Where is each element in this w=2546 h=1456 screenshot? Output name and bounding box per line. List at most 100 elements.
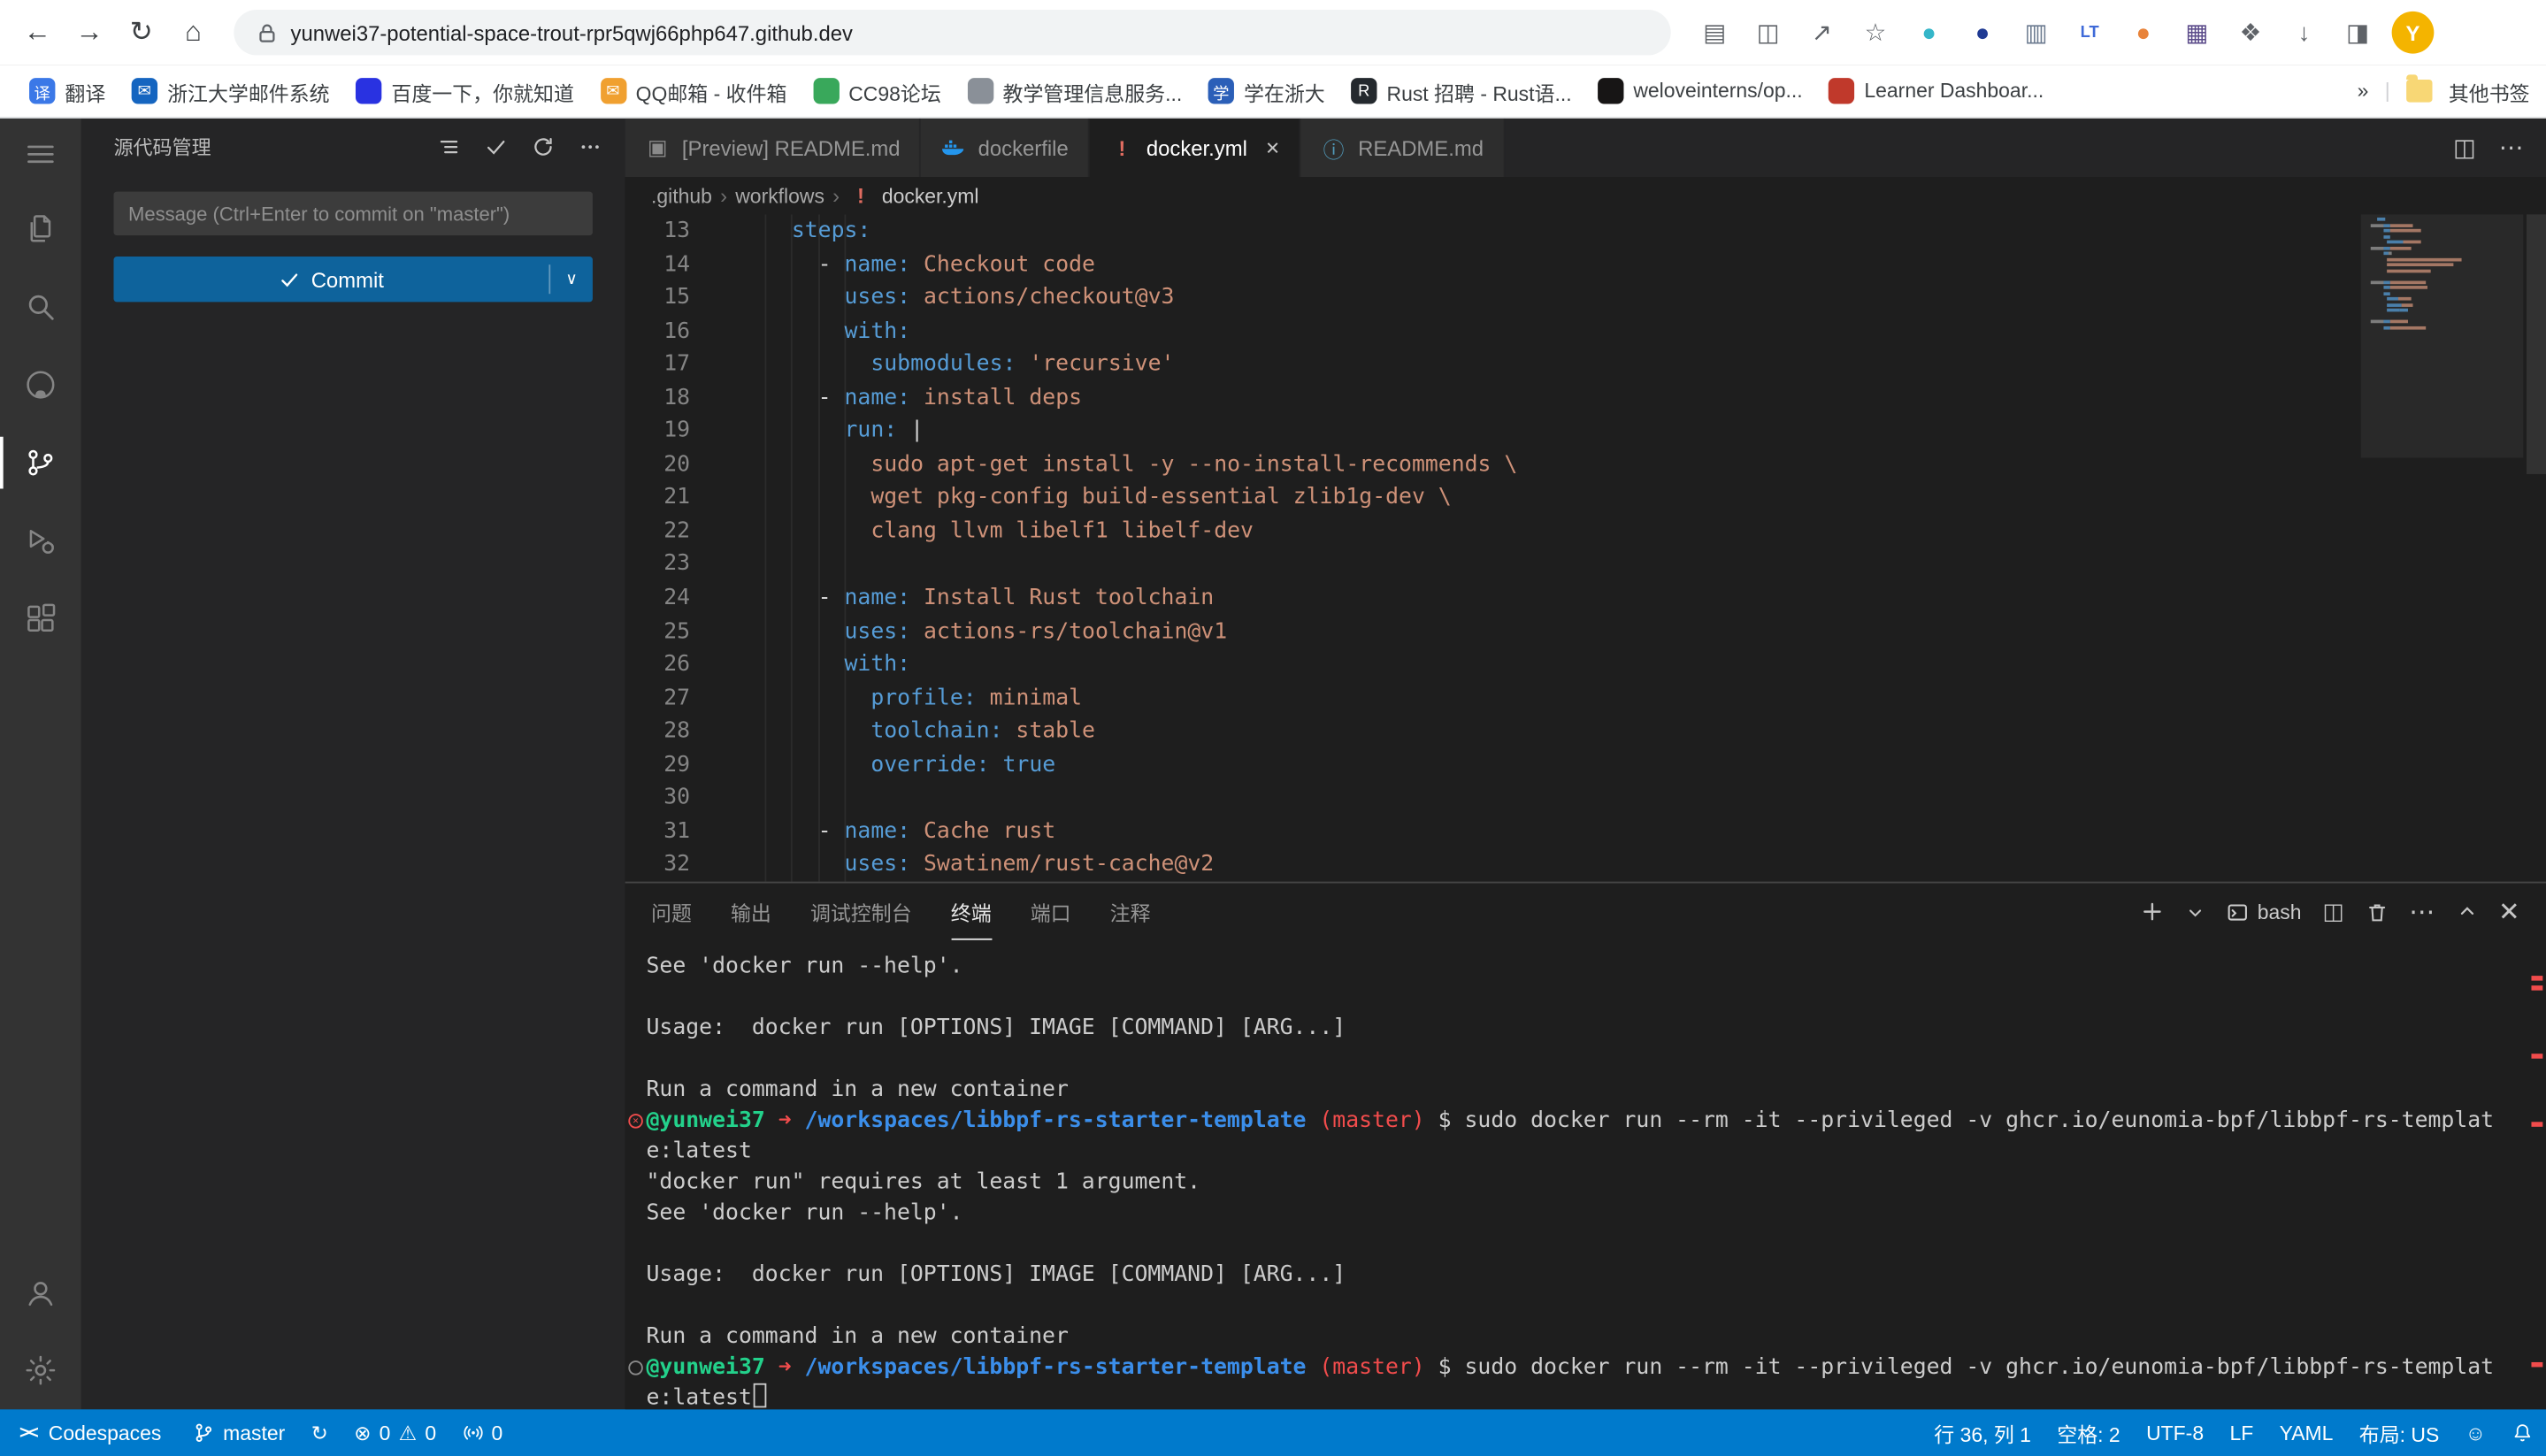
code-line[interactable]: 20 sudo apt-get install -y --no-install-… <box>625 448 2546 481</box>
bookmark-cc98[interactable]: CC98论坛 <box>800 71 954 111</box>
terminal-profile-chevron-icon[interactable] <box>2186 902 2205 922</box>
extension-grid-icon[interactable]: ▦ <box>2173 8 2221 57</box>
breadcrumb-file[interactable]: docker.yml <box>882 184 979 207</box>
address-bar[interactable]: yunwei37-potential-space-trout-rpr5qwj66… <box>234 10 1670 55</box>
more-actions-icon[interactable] <box>578 134 602 159</box>
bookmark-learner-dashboar[interactable]: Learner Dashboar... <box>1815 73 2057 109</box>
forward-icon[interactable]: → <box>65 8 113 57</box>
home-icon[interactable]: ⌂ <box>169 8 218 57</box>
run-debug-icon[interactable] <box>0 502 81 579</box>
split-editor-icon[interactable]: ◫ <box>2453 134 2476 163</box>
code-line[interactable]: 15 uses: actions/checkout@v3 <box>625 281 2546 315</box>
status-branch[interactable]: master <box>180 1409 298 1456</box>
minimap[interactable] <box>2371 218 2514 331</box>
bookmark-item[interactable]: ✉浙江大学邮件系统 <box>119 71 342 111</box>
commit-message-input[interactable] <box>113 192 592 236</box>
status-problems[interactable]: ⊗ 0 ⚠ 0 <box>341 1409 449 1456</box>
new-terminal-icon[interactable] <box>2141 900 2166 924</box>
commit-button-main[interactable]: Commit <box>113 257 548 302</box>
panel-tab-output[interactable]: 输出 <box>731 883 771 939</box>
split-terminal-icon[interactable]: ◫ <box>2322 898 2343 925</box>
code-line[interactable]: 25 uses: actions-rs/toolchain@v1 <box>625 615 2546 648</box>
kill-terminal-trash-icon[interactable] <box>2366 900 2389 923</box>
code-line[interactable]: 19 run: | <box>625 415 2546 448</box>
status-cursor-position[interactable]: 行 36, 列 1 <box>1921 1409 2044 1456</box>
code-editor[interactable]: 13 steps:14 - name: Checkout code15 uses… <box>625 214 2546 881</box>
code-line[interactable]: 30 <box>625 781 2546 815</box>
bookmark-item[interactable]: 学学在浙大 <box>1195 71 1338 111</box>
bookmarks-overflow-chevron[interactable]: » <box>2358 80 2369 103</box>
status-feedback-icon[interactable]: ☺ <box>2452 1409 2499 1456</box>
breadcrumb-item[interactable]: workflows <box>735 184 824 207</box>
maximize-panel-icon[interactable] <box>2456 901 2477 923</box>
status-encoding[interactable]: UTF-8 <box>2133 1409 2216 1456</box>
account-icon[interactable] <box>0 1253 81 1331</box>
status-keyboard-layout[interactable]: 布局: US <box>2346 1409 2452 1456</box>
source-control-icon[interactable] <box>0 424 81 502</box>
code-line[interactable]: 14 - name: Checkout code <box>625 248 2546 281</box>
code-line[interactable]: 23 <box>625 548 2546 581</box>
remote-indicator[interactable]: >< Codespaces <box>0 1409 180 1456</box>
extension-notes-icon[interactable]: ▥ <box>2012 8 2060 57</box>
breadcrumb-item[interactable]: .github <box>651 184 712 207</box>
extension-teal-icon[interactable]: ● <box>1905 8 1953 57</box>
status-bell-icon[interactable] <box>2499 1409 2546 1456</box>
code-line[interactable]: 24 - name: Install Rust toolchain <box>625 581 2546 615</box>
share-icon[interactable]: ↗ <box>1798 8 1846 57</box>
close-panel-icon[interactable]: ✕ <box>2498 895 2520 928</box>
extensions-icon[interactable] <box>0 579 81 657</box>
code-line[interactable]: 18 - name: install deps <box>625 381 2546 415</box>
code-line[interactable]: 26 with: <box>625 648 2546 682</box>
bookmark-qq[interactable]: ✉QQ邮箱 - 收件箱 <box>587 71 801 111</box>
panel-tab-comments[interactable]: 注释 <box>1110 883 1151 939</box>
tab-docker-yml[interactable]: !docker.yml✕ <box>1090 119 1301 177</box>
panel-tab-debug-console[interactable]: 调试控制台 <box>810 883 912 939</box>
bookmark-weloveinterns-op[interactable]: weloveinterns/op... <box>1584 73 1815 109</box>
code-line[interactable]: 13 steps: <box>625 214 2546 248</box>
bookmark-item[interactable]: 教学管理信息服务... <box>954 71 1194 111</box>
editor-more-actions-icon[interactable]: ⋯ <box>2499 134 2524 163</box>
tab-preview-readme-md[interactable]: ▣[Preview] README.md <box>625 119 922 177</box>
extension-orange-icon[interactable]: ● <box>2119 8 2167 57</box>
other-bookmarks-label[interactable]: 其他书签 <box>2449 75 2530 106</box>
code-line[interactable]: 29 override: true <box>625 748 2546 782</box>
editor-scrollbar[interactable] <box>2527 214 2546 474</box>
search-icon[interactable] <box>0 268 81 346</box>
extensions-puzzle-icon[interactable]: ❖ <box>2226 8 2274 57</box>
status-indentation[interactable]: 空格: 2 <box>2044 1409 2134 1456</box>
tab-dockerfile[interactable]: dockerfile <box>921 119 1089 177</box>
menu-icon[interactable] <box>0 119 81 190</box>
explorer-icon[interactable] <box>0 190 81 268</box>
code-line[interactable]: 21 wget pkg-config build-essential zlib1… <box>625 481 2546 515</box>
panel-tab-ports[interactable]: 端口 <box>1031 883 1071 939</box>
downloads-icon[interactable]: ↓ <box>2280 8 2328 57</box>
favorites-icon[interactable]: ☆ <box>1851 8 1899 57</box>
commit-button[interactable]: Commit ∨ <box>113 257 592 302</box>
code-line[interactable]: 27 profile: minimal <box>625 681 2546 715</box>
github-icon[interactable] <box>0 346 81 424</box>
code-line[interactable]: 31 - name: Cache rust <box>625 815 2546 848</box>
refresh-icon[interactable] <box>531 134 556 159</box>
bookmark-item[interactable]: 百度一下，你就知道 <box>342 71 587 111</box>
settings-gear-icon[interactable] <box>0 1331 81 1409</box>
bookmark-item[interactable]: 译翻译 <box>16 71 119 111</box>
code-line[interactable]: 17 submodules: 'recursive' <box>625 348 2546 381</box>
split-screen-icon[interactable]: ◫ <box>1744 8 1792 57</box>
code-line[interactable]: 28 toolchain: stable <box>625 715 2546 748</box>
view-as-tree-icon[interactable] <box>437 134 462 159</box>
tab-readme-md[interactable]: ⓘREADME.md <box>1301 119 1505 177</box>
languagetool-icon[interactable]: LT <box>2066 8 2114 57</box>
commit-dropdown-chevron-icon[interactable]: ∨ <box>550 257 593 302</box>
bookmark-rust-rust[interactable]: RRust 招聘 - Rust语... <box>1338 71 1584 111</box>
extension-shield-icon[interactable]: ● <box>1959 8 2007 57</box>
status-language[interactable]: YAML <box>2266 1409 2346 1456</box>
panel-tab-terminal[interactable]: 终端 <box>951 883 992 939</box>
close-icon[interactable]: ✕ <box>1265 137 1280 158</box>
panel-tab-problems[interactable]: 问题 <box>651 883 692 939</box>
code-line[interactable]: 32 uses: Swatinem/rust-cache@v2 <box>625 848 2546 882</box>
panel-more-actions-icon[interactable]: ⋯ <box>2409 895 2435 928</box>
status-ports[interactable]: 0 <box>449 1409 516 1456</box>
status-eol[interactable]: LF <box>2217 1409 2266 1456</box>
code-line[interactable]: 16 with: <box>625 314 2546 348</box>
refresh-icon[interactable]: ↻ <box>117 8 165 57</box>
